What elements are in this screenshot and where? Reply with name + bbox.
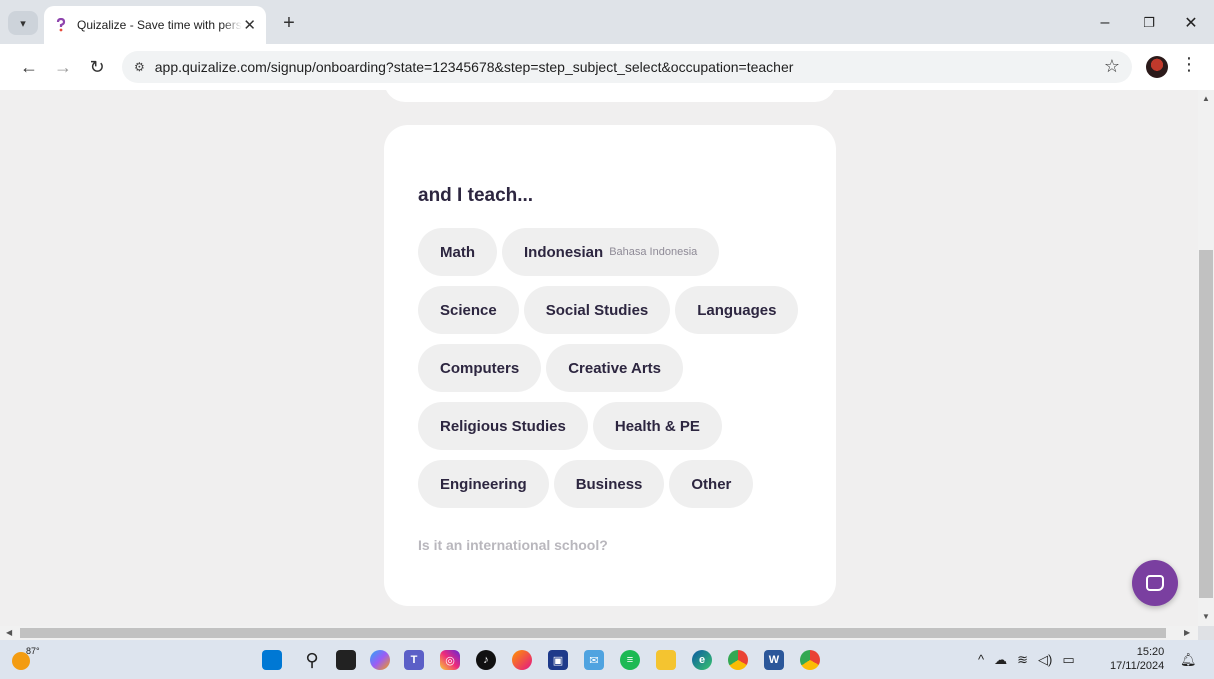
chip-label: Languages <box>697 301 777 319</box>
quizalize-favicon-icon <box>54 17 68 33</box>
profile-avatar[interactable] <box>1146 56 1168 78</box>
card-heading: and I teach... <box>418 185 534 206</box>
chip-label: Science <box>440 301 497 319</box>
scroll-left-arrow-icon[interactable]: ◀ <box>6 628 12 637</box>
chip-label: Business <box>575 475 643 493</box>
clock-date: 17/11/2024 <box>1110 660 1165 672</box>
chat-launcher-button[interactable] <box>1132 560 1178 606</box>
subject-chip-other[interactable]: Other <box>669 460 754 508</box>
teams-icon[interactable]: T <box>404 650 424 670</box>
subject-chip-business[interactable]: Business <box>553 460 665 508</box>
windows-start-icon[interactable] <box>262 650 282 670</box>
volume-icon[interactable]: ◁) <box>1038 652 1052 668</box>
mail-icon[interactable]: ✉ <box>584 650 604 670</box>
subject-row: Engineering Business Other <box>418 460 754 508</box>
subject-chip-computers[interactable]: Computers <box>418 344 542 392</box>
file-explorer-icon[interactable] <box>656 650 676 670</box>
system-tray: ^ ☁ ≋ ◁) ▭ <box>978 652 1075 668</box>
minimize-button[interactable]: – <box>1088 10 1122 36</box>
weather-widget[interactable]: 87° <box>12 646 42 672</box>
chrome-profile-icon[interactable] <box>800 650 820 670</box>
vertical-scrollbar-thumb[interactable] <box>1199 250 1213 598</box>
firefox-icon[interactable] <box>512 650 532 670</box>
notification-bell-icon[interactable]: 🔔︎ <box>1180 652 1197 668</box>
scroll-right-arrow-icon[interactable]: ▶ <box>1184 628 1190 637</box>
microsoft-store-icon[interactable]: ▣ <box>548 650 568 670</box>
chip-label: Math <box>440 243 475 261</box>
chip-label: Indonesian <box>524 243 604 261</box>
spotify-icon[interactable]: ≡ <box>620 650 640 670</box>
tab-close-icon[interactable]: ✕ <box>243 16 256 34</box>
show-hidden-icons-icon[interactable]: ^ <box>978 652 984 668</box>
chip-sublabel: Bahasa Indonesia <box>609 246 698 258</box>
chip-label: Other <box>691 475 732 493</box>
scroll-down-arrow-icon[interactable]: ▼ <box>1202 612 1210 621</box>
onedrive-cloud-icon[interactable]: ☁ <box>994 652 1007 668</box>
weather-temperature: 87° <box>26 646 40 656</box>
chip-label: Social Studies <box>545 301 649 319</box>
restore-button[interactable]: ❐ <box>1132 10 1166 36</box>
browser-tab-bar: ▾ Quizalize - Save time with personalise… <box>0 0 1214 44</box>
subject-chip-religious-studies[interactable]: Religious Studies <box>418 402 588 450</box>
subject-row: Religious Studies Health & PE <box>418 402 722 450</box>
subject-chip-indonesian[interactable]: Indonesian Bahasa Indonesia <box>502 228 720 276</box>
tab-title: Quizalize - Save time with personalised … <box>77 18 242 32</box>
subject-chip-engineering[interactable]: Engineering <box>418 460 549 508</box>
international-school-link[interactable]: Is it an international school? <box>418 537 608 553</box>
browser-toolbar: ← → ↻ ⚙ app.quizalize.com/signup/onboard… <box>0 44 1214 90</box>
close-window-button[interactable]: ✕ <box>1174 10 1208 36</box>
edge-icon[interactable]: e <box>692 650 712 670</box>
browser-tab-quizalize[interactable]: Quizalize - Save time with personalised … <box>44 6 266 44</box>
address-bar[interactable]: ⚙ app.quizalize.com/signup/onboarding?st… <box>122 51 1132 83</box>
scroll-up-arrow-icon[interactable]: ▲ <box>1202 94 1210 103</box>
subject-row: Science Social Studies Languages <box>418 286 799 334</box>
page-viewport: and I teach... Math Indonesian Bahasa Ind… <box>0 90 1198 626</box>
back-arrow-icon[interactable]: ← <box>16 54 42 80</box>
url-text: app.quizalize.com/signup/onboarding?stat… <box>154 59 794 75</box>
forward-arrow-icon[interactable]: → <box>50 54 76 80</box>
subject-chip-math[interactable]: Math <box>418 228 497 276</box>
reload-icon[interactable]: ↻ <box>84 54 110 80</box>
chip-label: Engineering <box>440 475 527 493</box>
clock-time: 15:20 <box>1136 646 1165 658</box>
chip-label: Health & PE <box>614 417 700 435</box>
chat-bubble-icon <box>1146 575 1164 591</box>
task-view-icon[interactable] <box>336 650 356 670</box>
search-icon[interactable]: ⚲ <box>302 650 322 670</box>
copilot-icon[interactable] <box>370 650 390 670</box>
instagram-icon[interactable]: ◎ <box>440 650 460 670</box>
new-tab-button[interactable]: + <box>276 10 302 36</box>
subject-chip-languages[interactable]: Languages <box>675 286 799 334</box>
bookmark-star-icon[interactable]: ☆ <box>1104 56 1120 77</box>
subject-row: Computers Creative Arts <box>418 344 684 392</box>
wifi-icon[interactable]: ≋ <box>1017 652 1028 668</box>
subject-chip-health-pe[interactable]: Health & PE <box>592 402 722 450</box>
subject-chip-social-studies[interactable]: Social Studies <box>523 286 671 334</box>
chip-label: Religious Studies <box>440 417 566 435</box>
battery-icon[interactable]: ▭ <box>1062 652 1074 668</box>
subject-chip-science[interactable]: Science <box>418 286 519 334</box>
subject-chip-creative-arts[interactable]: Creative Arts <box>546 344 684 392</box>
taskbar-clock[interactable]: 15:20 17/11/2024 <box>1110 645 1164 673</box>
word-icon[interactable]: W <box>764 650 784 670</box>
chrome-icon[interactable] <box>728 650 748 670</box>
chip-label: Computers <box>440 359 520 377</box>
tab-search-chevron-icon[interactable]: ▾ <box>8 11 38 35</box>
chip-label: Creative Arts <box>568 359 662 377</box>
tiktok-icon[interactable]: ♪ <box>476 650 496 670</box>
subject-select-card: and I teach... Math Indonesian Bahasa Ind… <box>384 125 836 606</box>
more-menu-icon[interactable]: ⋮ <box>1180 54 1198 75</box>
subject-row: Math Indonesian Bahasa Indonesia <box>418 228 720 276</box>
windows-taskbar: 87° ⚲ T ◎ ♪ ▣ ✉ ≡ e W ^ ☁ ≋ ◁) ▭ 15:20 1… <box>0 640 1214 679</box>
previous-card <box>384 90 836 102</box>
site-info-icon[interactable]: ⚙ <box>134 60 145 74</box>
horizontal-scrollbar-thumb[interactable] <box>20 628 1166 638</box>
